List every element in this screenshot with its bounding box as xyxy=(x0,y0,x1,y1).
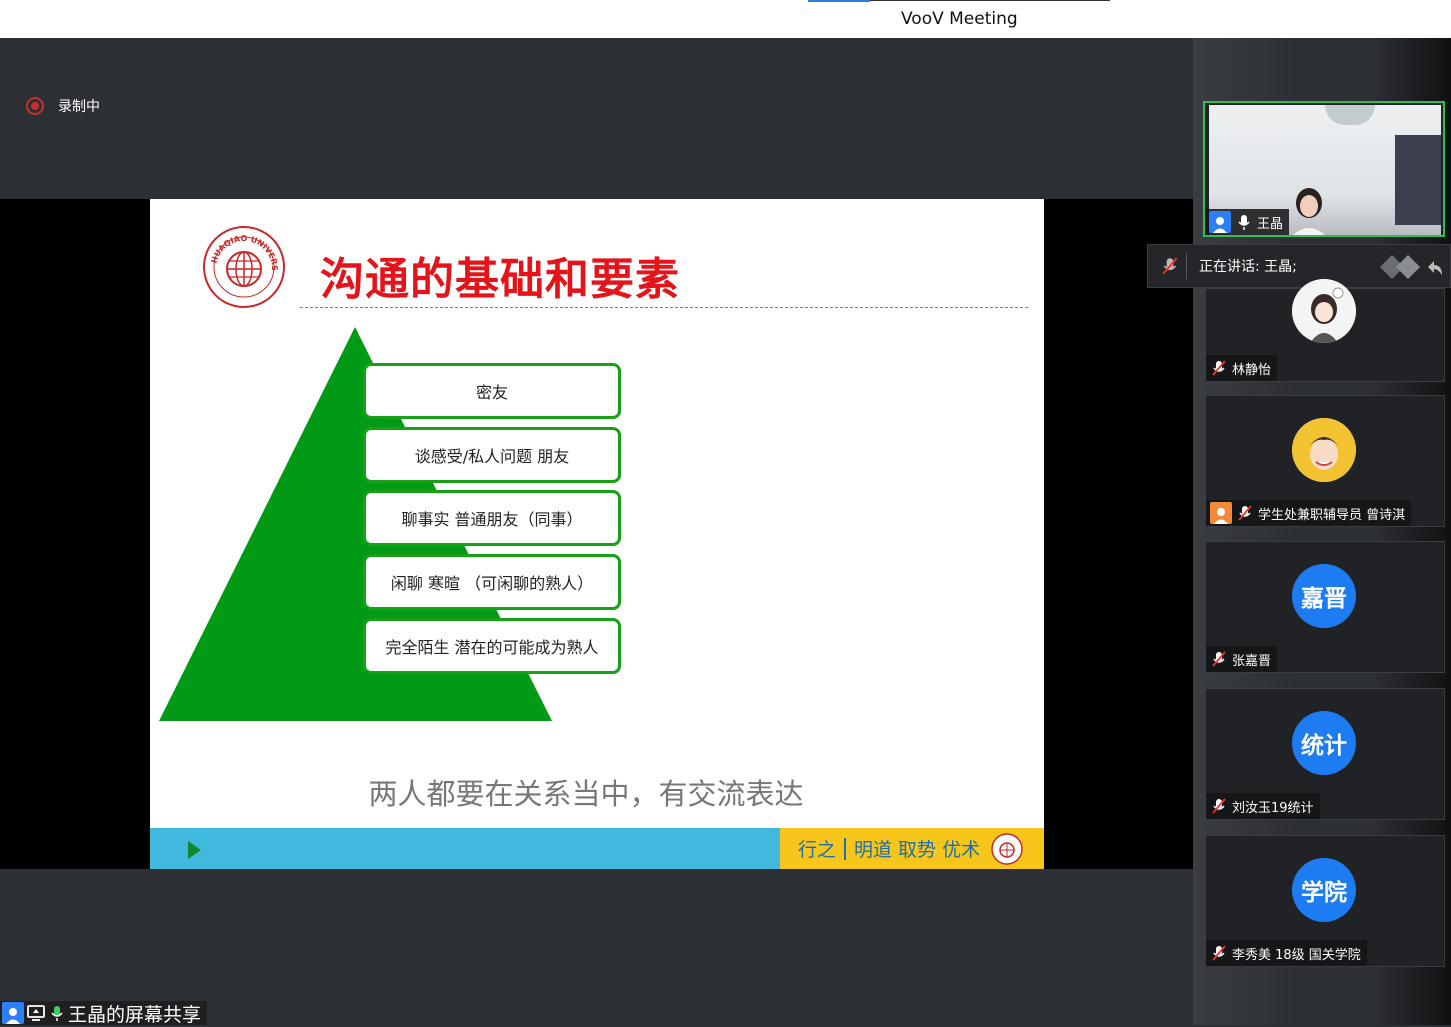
screen-share-label: 王晶的屏幕共享 xyxy=(68,1003,202,1026)
mini-logo-icon xyxy=(991,832,1023,865)
user-icon xyxy=(1209,211,1231,233)
name-tag: 林静怡 xyxy=(1206,355,1278,381)
user-icon xyxy=(1210,502,1232,524)
mic-on-icon xyxy=(1238,215,1250,230)
participant-name: 刘汝玉19统计 xyxy=(1232,800,1314,816)
window-titlebar: VooV Meeting xyxy=(0,0,1451,38)
avatar: 统计 xyxy=(1292,711,1356,775)
avatar-photo xyxy=(1292,418,1356,482)
speaking-indicator: 正在讲话: 王晶; xyxy=(1147,244,1451,288)
mic-muted-icon xyxy=(1238,505,1252,521)
motto-right: 明道 取势 优术 xyxy=(854,839,981,861)
user-icon xyxy=(2,1002,24,1024)
record-icon xyxy=(26,97,44,115)
participant-tile[interactable]: 学生处兼职辅导员 曾诗淇 xyxy=(1205,395,1445,527)
tab-indicator xyxy=(808,0,870,2)
recording-indicator[interactable]: 录制中 xyxy=(26,96,100,116)
motto-left: 行之 xyxy=(798,839,837,861)
name-tag: 学生处兼职辅导员 曾诗淇 xyxy=(1206,500,1412,526)
slide-caption: 两人都要在关系当中，有交流表达 xyxy=(368,777,804,811)
slide-footer-motto: 行之 明道 取势 优术 xyxy=(780,828,1044,869)
pyramid-tier-3: 聊事实 普通朋友（同事） xyxy=(363,490,621,546)
pyramid-tier-1: 密友 xyxy=(363,363,621,419)
shared-slide: HUAQIAO UNIVERSITY 沟通的基础和要素 密友 谈感受/私人问题 … xyxy=(150,199,1044,869)
name-tag: 张嘉晋 xyxy=(1206,646,1278,672)
tab-line xyxy=(870,0,1110,1)
participant-tile[interactable]: 嘉晋 张嘉晋 xyxy=(1205,541,1445,673)
mic-muted-icon xyxy=(1212,651,1226,667)
slide-footer-bar xyxy=(150,828,780,869)
mic-muted-icon[interactable] xyxy=(1160,256,1180,276)
avatar-cartoon xyxy=(1292,279,1356,343)
participant-name: 学生处兼职辅导员 曾诗淇 xyxy=(1258,507,1406,523)
speaking-label: 正在讲话: 王晶; xyxy=(1199,259,1297,275)
participant-name: 张嘉晋 xyxy=(1232,653,1272,669)
window-title: VooV Meeting xyxy=(901,9,1018,29)
recording-label: 录制中 xyxy=(58,99,100,115)
participant-tile-video[interactable]: 王晶 xyxy=(1203,101,1445,237)
participant-name: 李秀美 18级 国关学院 xyxy=(1232,947,1361,963)
screen-share-icon xyxy=(27,1005,45,1021)
motto-divider xyxy=(844,837,847,860)
participant-tile[interactable]: 统计 刘汝玉19统计 xyxy=(1205,688,1445,820)
university-logo-icon: HUAQIAO UNIVERSITY xyxy=(202,225,285,308)
screen-share-tag: 王晶的屏幕共享 xyxy=(0,1001,208,1026)
participant-name: 王晶 xyxy=(1257,216,1284,232)
toolbar-arrows-icon[interactable] xyxy=(1378,253,1444,281)
title-divider xyxy=(300,307,1028,308)
name-tag: 刘汝玉19统计 xyxy=(1206,793,1320,819)
avatar: 嘉晋 xyxy=(1292,564,1356,628)
name-tag: 王晶 xyxy=(1205,209,1290,235)
slide-title: 沟通的基础和要素 xyxy=(320,254,680,305)
pyramid-tier-2: 谈感受/私人问题 朋友 xyxy=(363,427,621,483)
mic-muted-icon xyxy=(1212,360,1226,376)
participant-tile[interactable]: 学院 李秀美 18级 国关学院 xyxy=(1205,835,1445,967)
mic-on-icon xyxy=(51,1006,63,1021)
name-tag: 李秀美 18级 国关学院 xyxy=(1206,940,1367,966)
pyramid-tier-4: 闲聊 寒暄 （可闲聊的熟人） xyxy=(363,554,621,610)
play-arrow-icon xyxy=(188,841,201,859)
pyramid-tier-5: 完全陌生 潜在的可能成为熟人 xyxy=(363,618,621,674)
participant-tile[interactable]: 林静怡 xyxy=(1205,279,1445,382)
mic-muted-icon xyxy=(1212,945,1226,961)
participant-name: 林静怡 xyxy=(1232,362,1272,378)
avatar: 学院 xyxy=(1292,858,1356,922)
mic-muted-icon xyxy=(1212,798,1226,814)
